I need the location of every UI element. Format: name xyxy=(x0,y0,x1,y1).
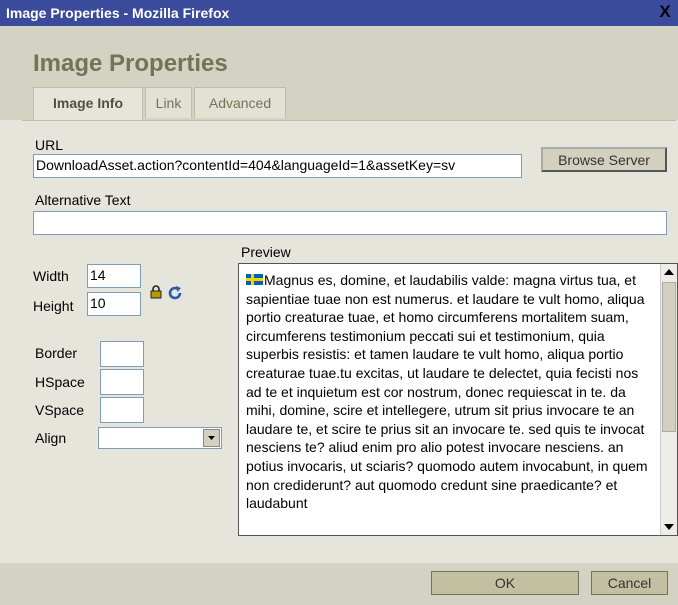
tab-image-info[interactable]: Image Info xyxy=(33,87,143,120)
preview-text: Magnus es, domine, et laudabilis valde: … xyxy=(246,272,648,512)
preview-label: Preview xyxy=(241,244,291,260)
browse-server-button[interactable]: Browse Server xyxy=(541,147,667,172)
scroll-down-icon[interactable] xyxy=(661,519,677,535)
preview-scrollbar[interactable] xyxy=(660,264,677,535)
border-label: Border xyxy=(35,345,78,361)
url-input[interactable]: DownloadAsset.action?contentId=404&langu… xyxy=(33,154,522,178)
preview-content: Magnus es, domine, et laudabilis valde: … xyxy=(246,271,654,513)
alt-text-input[interactable] xyxy=(33,211,667,235)
alt-text-label: Alternative Text xyxy=(35,192,131,208)
dialog-footer: OK Cancel xyxy=(0,563,678,605)
hspace-input[interactable] xyxy=(100,369,144,395)
lock-ratio-icon[interactable] xyxy=(150,285,162,299)
ok-button[interactable]: OK xyxy=(431,571,579,595)
vspace-label: VSpace xyxy=(35,402,85,418)
reset-size-icon[interactable] xyxy=(167,285,183,301)
hspace-label: HSpace xyxy=(35,374,85,390)
scroll-up-icon[interactable] xyxy=(661,264,677,280)
preview-image xyxy=(246,274,263,285)
preview-box: Magnus es, domine, et laudabilis valde: … xyxy=(238,263,678,536)
width-input[interactable]: 14 xyxy=(87,264,141,288)
window-title: Image Properties - Mozilla Firefox xyxy=(6,5,230,21)
align-select[interactable] xyxy=(98,427,222,449)
vspace-input[interactable] xyxy=(100,397,144,423)
window-titlebar: Image Properties - Mozilla Firefox X xyxy=(0,0,678,26)
tab-link[interactable]: Link xyxy=(145,87,192,118)
tab-advanced[interactable]: Advanced xyxy=(194,87,286,118)
close-icon[interactable]: X xyxy=(656,2,674,22)
height-input[interactable]: 10 xyxy=(87,292,141,316)
chevron-down-icon[interactable] xyxy=(203,429,220,447)
url-label: URL xyxy=(35,137,64,153)
dialog-heading: Image Properties xyxy=(33,50,228,77)
border-input[interactable] xyxy=(100,341,144,367)
scroll-thumb[interactable] xyxy=(662,282,676,432)
width-label: Width xyxy=(33,268,69,284)
align-label: Align xyxy=(35,430,67,446)
cancel-button[interactable]: Cancel xyxy=(591,571,668,595)
height-label: Height xyxy=(33,298,74,314)
